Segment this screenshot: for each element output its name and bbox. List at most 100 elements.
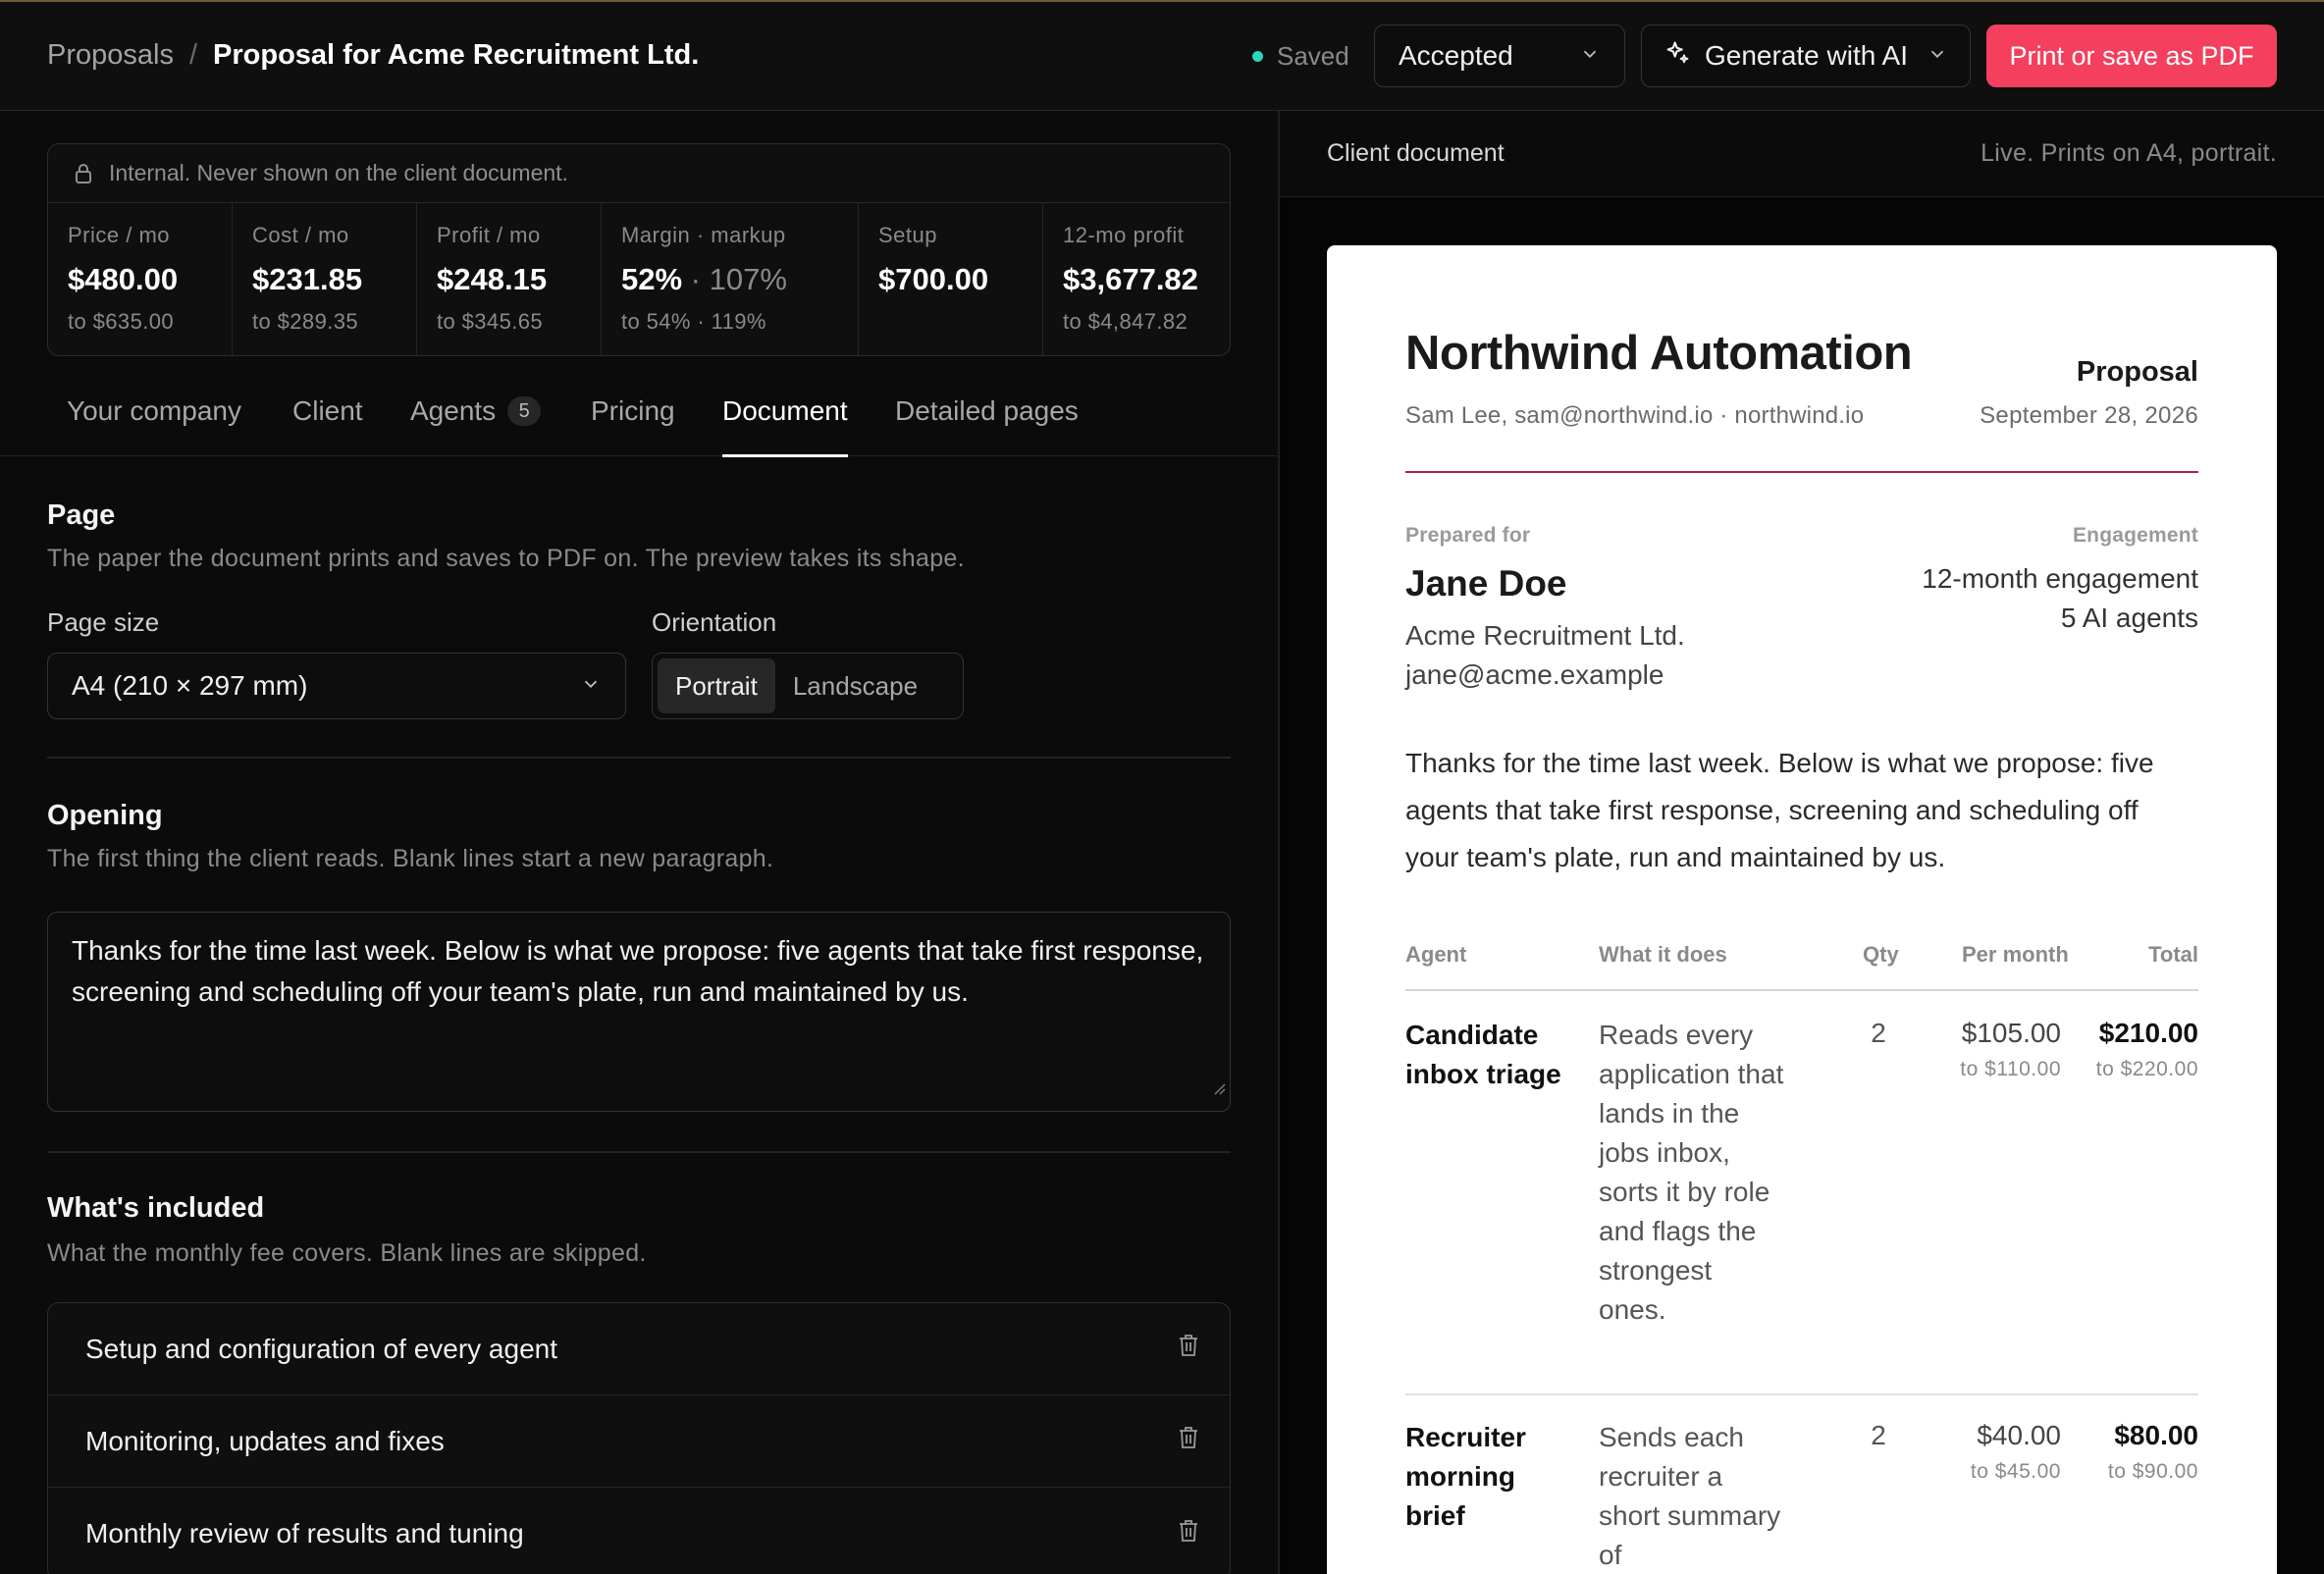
engagement-label: Engagement — [2072, 524, 2198, 547]
row-per-month-range: to $45.00 — [1970, 1460, 2061, 1483]
row-qty: 2 — [1871, 1420, 1886, 1450]
header-rule — [1405, 471, 2198, 473]
included-item[interactable]: Monitoring, updates and fixes — [48, 1395, 1230, 1488]
row-agent-description: Reads every application that lands in th… — [1599, 1020, 1784, 1325]
page-size-select[interactable]: A4 (210 × 297 mm) — [47, 653, 626, 719]
stat-value: 52% · 107% — [621, 262, 858, 297]
engagement-term: 12-month engagement — [1922, 563, 2198, 594]
top-bar: Proposals / Proposal for Acme Recruitmen… — [0, 2, 2324, 111]
generate-with-ai-button[interactable]: Generate with AI — [1641, 25, 1971, 87]
agents-count-badge: 5 — [507, 396, 542, 426]
trash-icon[interactable] — [1177, 1425, 1200, 1457]
breadcrumb: Proposals / Proposal for Acme Recruitmen… — [47, 39, 699, 72]
tab-detailed-pages[interactable]: Detailed pages — [895, 366, 1079, 456]
margin-value: 52% — [621, 262, 683, 296]
tab-client[interactable]: Client — [292, 366, 363, 456]
table-header-rule — [1405, 989, 2198, 991]
col-header-agent: Agent — [1405, 942, 1467, 967]
opening-textarea[interactable]: Thanks for the time last week. Below is … — [47, 912, 1231, 1112]
stat-range: to $635.00 — [68, 309, 174, 334]
breadcrumb-proposals-link[interactable]: Proposals — [47, 39, 174, 72]
document-date: September 28, 2026 — [1980, 402, 2198, 429]
stat-label: 12-mo profit — [1063, 223, 1185, 247]
preview-pane: Client document Live. Prints on A4, port… — [1280, 111, 2324, 1574]
orientation-landscape-option[interactable]: Landscape — [775, 658, 935, 713]
tab-your-company[interactable]: Your company — [67, 366, 241, 456]
stat-label: Cost / mo — [252, 223, 349, 247]
orientation-label: Orientation — [652, 607, 777, 637]
saved-dot-icon — [1252, 51, 1263, 62]
opening-section-description: The first thing the client reads. Blank … — [47, 845, 774, 872]
client-email: jane@acme.example — [1405, 659, 1664, 690]
row-per-month: $40.00 — [1977, 1420, 2061, 1450]
stat-price: Price / mo $480.00 to $635.00 — [48, 203, 233, 355]
included-item[interactable]: Monthly review of results and tuning — [48, 1488, 1230, 1574]
stat-value: $3,677.82 — [1063, 262, 1198, 296]
stat-range: to $289.35 — [252, 309, 358, 334]
included-items-list: Setup and configuration of every agent M… — [47, 1302, 1231, 1574]
included-item-text: Setup and configuration of every agent — [85, 1333, 558, 1364]
row-total: $80.00 — [2114, 1420, 2198, 1450]
opening-text: Thanks for the time last week. Below is … — [72, 935, 1204, 1007]
stat-range: to $345.65 — [437, 309, 543, 334]
page-title: Proposal for Acme Recruitment Ltd. — [213, 39, 700, 71]
print-or-save-pdf-button[interactable]: Print or save as PDF — [1986, 25, 2277, 87]
stat-value: $480.00 — [68, 262, 179, 296]
tab-document[interactable]: Document — [722, 366, 848, 457]
client-company: Acme Recruitment Ltd. — [1405, 620, 1685, 651]
row-per-month: $105.00 — [1961, 1018, 2061, 1048]
stat-setup: Setup $700.00 — [859, 203, 1043, 355]
stat-range: to 54% · 119% — [621, 309, 766, 334]
orientation-portrait-option[interactable]: Portrait — [658, 658, 775, 713]
stat-label: Margin · markup — [621, 223, 786, 247]
col-header-what: What it does — [1599, 942, 1727, 967]
engagement-agents: 5 AI agents — [2060, 603, 2198, 633]
preview-header: Client document Live. Prints on A4, port… — [1280, 111, 2324, 197]
preview-subtitle: Live. Prints on A4, portrait. — [1981, 139, 2277, 167]
stat-12mo-profit: 12-mo profit $3,677.82 to $4,847.82 — [1043, 203, 1229, 355]
stat-cost: Cost / mo $231.85 to $289.35 — [233, 203, 417, 355]
markup-value: · 107% — [682, 262, 787, 296]
included-section-title: What's included — [47, 1192, 265, 1224]
included-section-description: What the monthly fee covers. Blank lines… — [47, 1239, 647, 1267]
table-row-rule — [1405, 1393, 2198, 1395]
internal-note-text: Internal. Never shown on the client docu… — [109, 160, 568, 185]
proposal-status-value: Accepted — [1399, 40, 1513, 71]
stat-profit: Profit / mo $248.15 to $345.65 — [417, 203, 602, 355]
metrics-row: Price / mo $480.00 to $635.00 Cost / mo … — [48, 203, 1230, 355]
chevron-down-icon — [1927, 40, 1948, 72]
row-agent-name: Candidate inbox triage — [1405, 1020, 1561, 1089]
tab-pricing[interactable]: Pricing — [591, 366, 675, 456]
included-item[interactable]: Setup and configuration of every agent — [48, 1303, 1230, 1395]
generate-label: Generate with AI — [1705, 40, 1909, 71]
orientation-toggle: Portrait Landscape — [652, 653, 964, 719]
row-agent-name: Recruiter morning brief — [1405, 1422, 1526, 1531]
company-name: Northwind Automation — [1405, 327, 1913, 380]
col-header-per-month: Per month — [1962, 942, 2069, 967]
row-agent-description: Sends each recruiter a short summary of — [1599, 1422, 1781, 1570]
sparkles-icon — [1664, 39, 1691, 74]
save-status: Saved — [1252, 41, 1349, 72]
lock-icon — [74, 163, 93, 184]
col-header-total: Total — [2148, 942, 2198, 967]
proposal-status-select[interactable]: Accepted — [1374, 25, 1625, 87]
tab-agents[interactable]: Agents 5 — [410, 366, 542, 456]
resize-handle-icon[interactable] — [1210, 1066, 1226, 1107]
preview-title: Client document — [1327, 139, 1505, 167]
included-item-text: Monitoring, updates and fixes — [85, 1425, 445, 1456]
stat-label: Price / mo — [68, 223, 171, 247]
internal-metrics-card: Internal. Never shown on the client docu… — [47, 143, 1231, 356]
row-qty: 2 — [1871, 1018, 1886, 1048]
page-size-label: Page size — [47, 607, 160, 637]
row-total-range: to $220.00 — [2095, 1058, 2198, 1080]
section-divider — [47, 757, 1231, 759]
trash-icon[interactable] — [1177, 1518, 1200, 1550]
client-document-page[interactable]: Northwind Automation Sam Lee, sam@northw… — [1327, 245, 2277, 1574]
stat-value: $700.00 — [878, 262, 989, 296]
chevron-down-icon — [580, 670, 602, 702]
stat-margin-markup: Margin · markup 52% · 107% to 54% · 119% — [602, 203, 859, 355]
row-per-month-range: to $110.00 — [1960, 1058, 2061, 1080]
trash-icon[interactable] — [1177, 1333, 1200, 1365]
company-contact: Sam Lee, sam@northwind.io · northwind.io — [1405, 402, 1865, 429]
editor-tabs: Your company Client Agents 5 Pricing Doc… — [0, 366, 1278, 457]
